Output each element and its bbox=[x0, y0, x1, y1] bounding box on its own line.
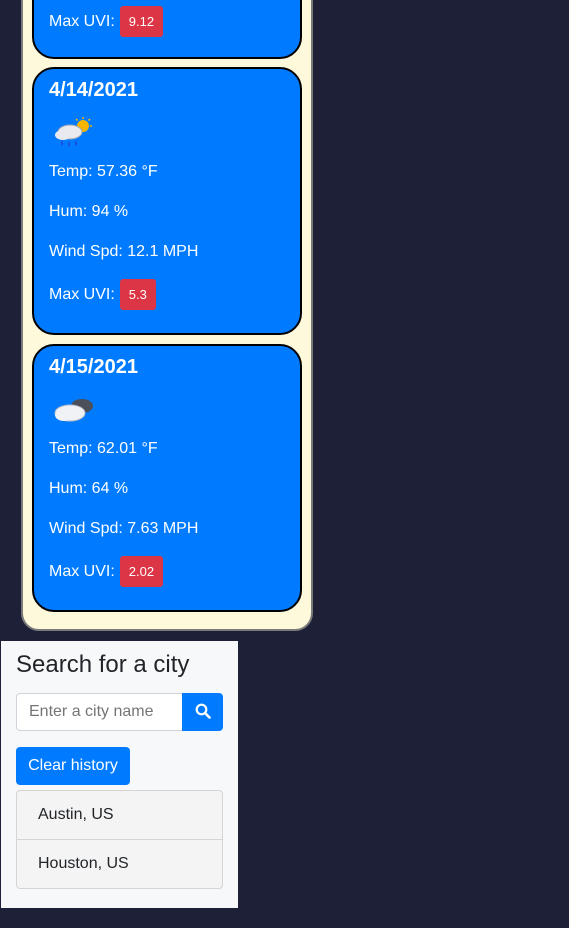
temperature-text: Temp: 62.01 °F bbox=[49, 440, 158, 457]
uvi-row: Max UVI: 9.12 bbox=[49, 6, 164, 37]
uvi-row: Max UVI: 5.3 bbox=[49, 279, 156, 310]
cloudy-icon bbox=[52, 393, 98, 427]
forecast-date: 4/14/2021 bbox=[49, 79, 138, 101]
wind-speed-text: Wind Spd: 7.63 MPH bbox=[49, 520, 199, 537]
search-panel: Search for a city Clear history Austin, … bbox=[1, 641, 238, 908]
forecast-card: 4/14/2021 Temp: 57.36 °F Hum: 94 % Wind … bbox=[32, 67, 302, 335]
wind-speed-text: Wind Spd: 12.1 MPH bbox=[49, 243, 199, 260]
uvi-badge: 2.02 bbox=[119, 556, 164, 587]
forecast-card: 4/15/2021 Temp: 62.01 °F Hum: 64 % Wind … bbox=[32, 344, 302, 612]
uvi-label: Max UVI: bbox=[49, 285, 115, 303]
history-item[interactable]: Houston, US bbox=[16, 839, 223, 889]
uvi-label: Max UVI: bbox=[49, 12, 115, 30]
city-search-input[interactable] bbox=[16, 693, 184, 731]
uvi-row: Max UVI: 2.02 bbox=[49, 556, 164, 587]
uvi-label: Max UVI: bbox=[49, 562, 115, 580]
uvi-badge: 5.3 bbox=[119, 279, 156, 310]
search-title: Search for a city bbox=[16, 651, 190, 678]
clear-history-button[interactable]: Clear history bbox=[16, 747, 130, 785]
search-icon bbox=[195, 703, 211, 722]
uvi-badge: 9.12 bbox=[119, 6, 164, 37]
rain-sun-icon bbox=[52, 116, 98, 150]
history-item[interactable]: Austin, US bbox=[16, 790, 223, 840]
humidity-text: Hum: 64 % bbox=[49, 480, 129, 497]
temperature-text: Temp: 57.36 °F bbox=[49, 163, 158, 180]
humidity-text: Hum: 94 % bbox=[49, 203, 129, 220]
search-button[interactable] bbox=[182, 693, 223, 731]
forecast-card: Max UVI: 9.12 bbox=[32, 0, 302, 59]
forecast-date: 4/15/2021 bbox=[49, 356, 138, 378]
